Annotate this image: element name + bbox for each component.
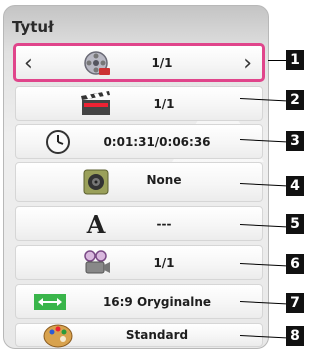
option-value: 16:9 Oryginalne xyxy=(102,294,212,309)
option-value: None xyxy=(146,173,182,187)
camera-angle-icon xyxy=(76,249,116,277)
option-row-angle[interactable]: 1/1 xyxy=(15,245,263,280)
subtitle-letter-a-icon: A xyxy=(86,209,106,239)
callout-line xyxy=(268,60,286,61)
title-reel-icon xyxy=(76,49,116,77)
options-panel: Tytuł ‹ 1/1 › 1/1 0:01:31/0:06:36 None A… xyxy=(3,5,269,349)
option-row-audio[interactable]: None xyxy=(15,162,263,202)
speaker-icon xyxy=(76,168,116,196)
option-row-title[interactable]: ‹ 1/1 › xyxy=(13,43,265,82)
option-value: 0:01:31/0:06:36 xyxy=(103,134,211,149)
option-value: 1/1 xyxy=(151,55,173,70)
callout-badge-3: 3 xyxy=(286,131,304,151)
callout-badge-5: 5 xyxy=(286,214,304,234)
option-row-subtitle[interactable]: A --- xyxy=(15,206,263,241)
option-row-time[interactable]: 0:01:31/0:06:36 xyxy=(15,124,263,159)
callout-badge-2: 2 xyxy=(286,90,304,110)
callout-badge-1: 1 xyxy=(286,50,304,70)
option-value: Standard xyxy=(125,328,189,342)
option-row-picture-mode[interactable]: Standard xyxy=(15,323,263,348)
callout-badge-8: 8 xyxy=(286,326,304,346)
aspect-ratio-icon xyxy=(30,288,70,316)
clapperboard-icon xyxy=(76,90,116,118)
callout-badge-4: 4 xyxy=(286,176,304,196)
option-row-chapter[interactable]: 1/1 xyxy=(15,86,263,121)
callout-badge-6: 6 xyxy=(286,254,304,274)
option-value: 1/1 xyxy=(153,96,175,111)
arrow-right-icon[interactable]: › xyxy=(243,53,252,75)
option-row-aspect-ratio[interactable]: 16:9 Oryginalne xyxy=(15,284,263,319)
option-value: 1/1 xyxy=(153,255,175,270)
callout-badge-7: 7 xyxy=(286,293,304,313)
arrow-left-icon[interactable]: ‹ xyxy=(24,53,33,75)
option-value: --- xyxy=(156,216,172,231)
panel-title: Tytuł xyxy=(12,18,54,36)
